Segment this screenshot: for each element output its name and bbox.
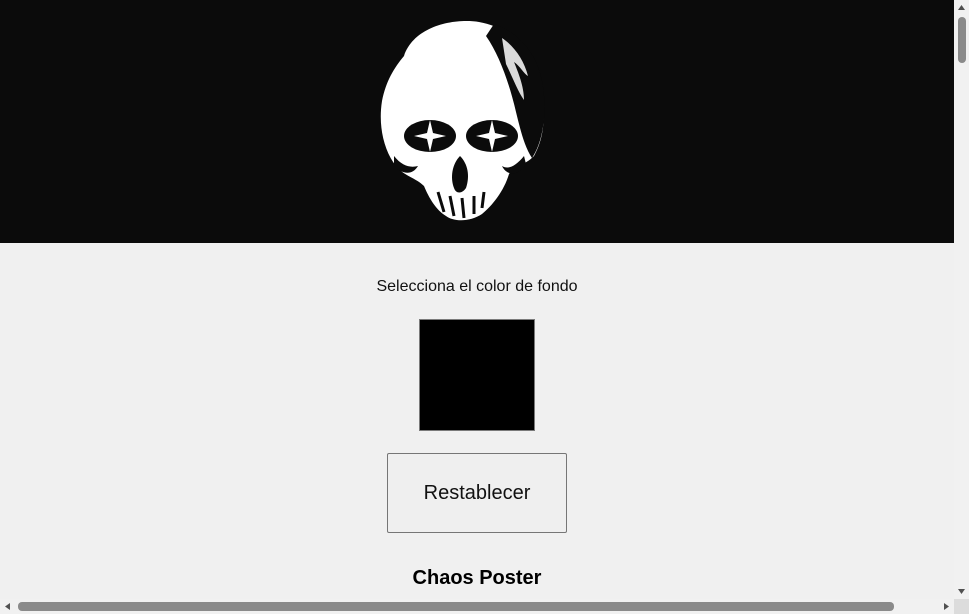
page-content: Selecciona el color de fondo Restablecer… — [0, 0, 954, 599]
arrow-down-icon[interactable] — [954, 584, 969, 599]
reset-button[interactable]: Restablecer — [387, 453, 567, 533]
color-picker-swatch[interactable] — [419, 319, 535, 431]
header-banner — [0, 0, 954, 243]
scrollbar-corner — [954, 599, 969, 614]
skull-image — [380, 21, 545, 221]
arrow-right-icon[interactable] — [939, 599, 954, 614]
arrow-up-icon[interactable] — [954, 0, 969, 15]
poster-title: Chaos Poster — [412, 567, 542, 589]
vertical-scrollbar[interactable] — [954, 0, 969, 599]
arrow-left-icon[interactable] — [0, 599, 15, 614]
horizontal-scrollbar[interactable] — [0, 599, 954, 614]
horizontal-scroll-thumb[interactable] — [18, 602, 894, 611]
color-picker-label: Selecciona el color de fondo — [376, 278, 578, 295]
vertical-scroll-thumb[interactable] — [958, 17, 966, 63]
